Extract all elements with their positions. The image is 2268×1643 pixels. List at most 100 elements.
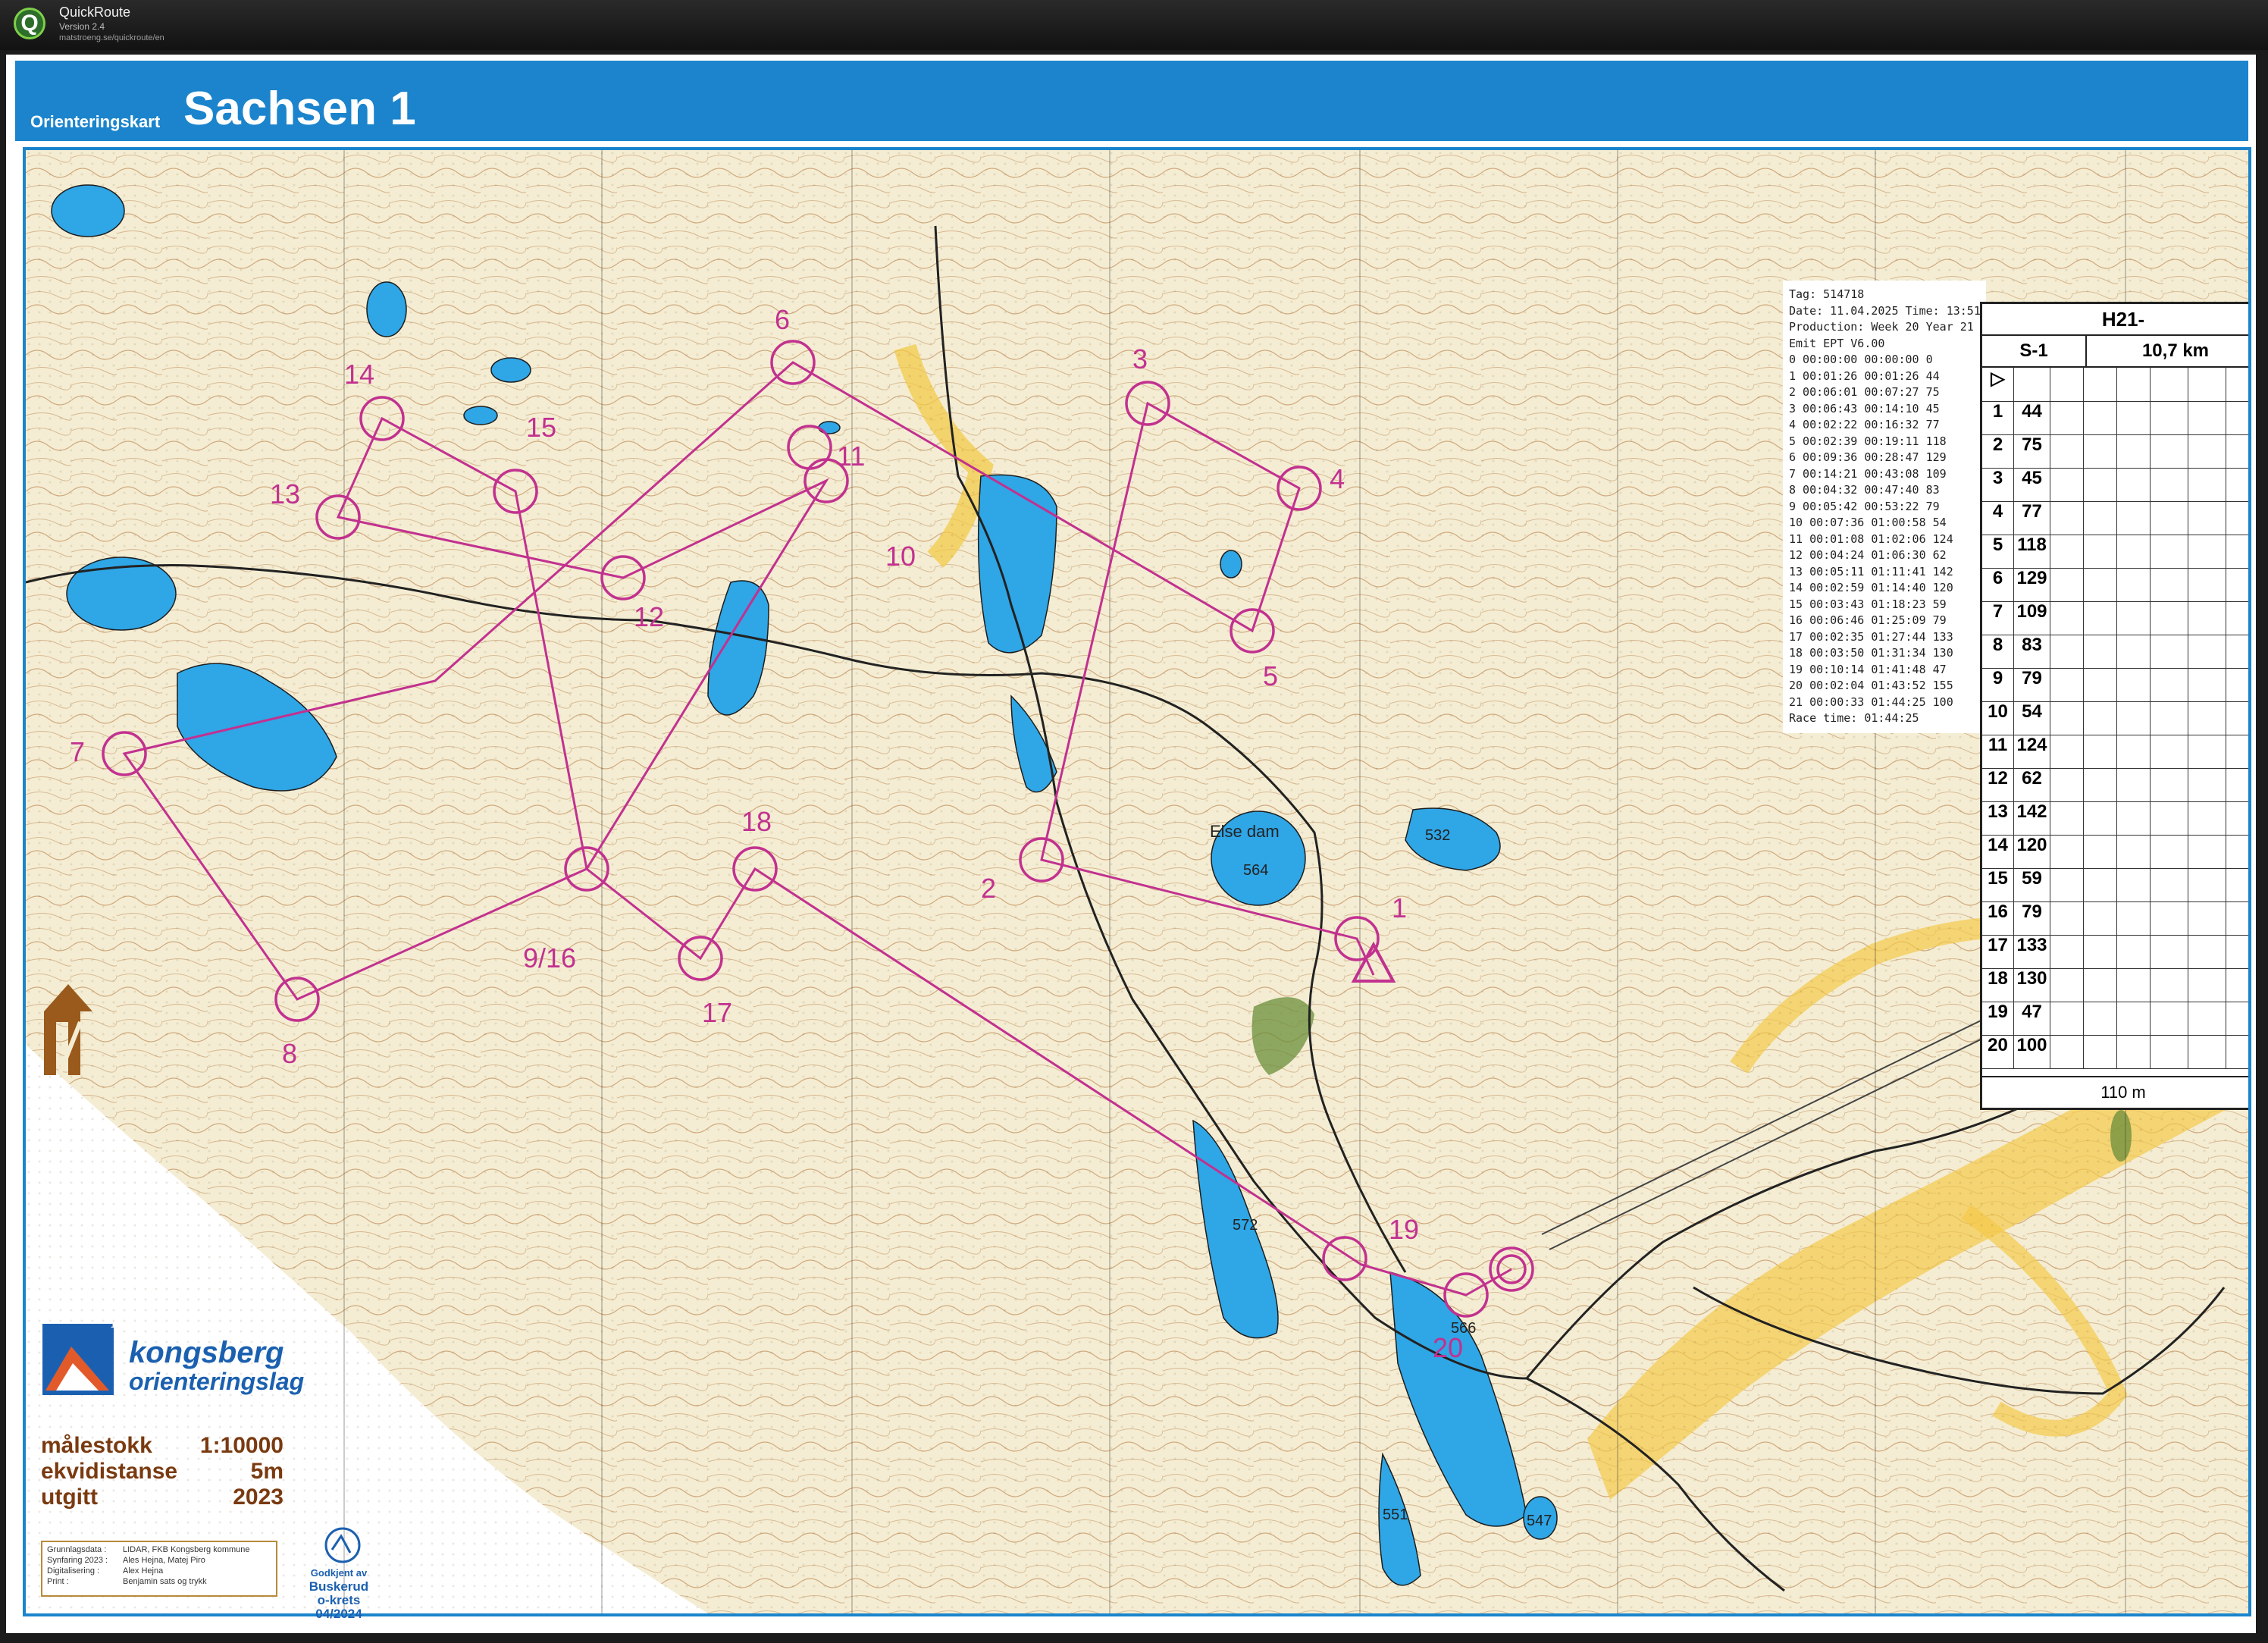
scale-row: målestokk 1:10000 [41,1433,284,1458]
control-number: 17 [1982,935,2014,968]
split-line: Tag: 514718 [1789,287,1865,301]
control-symbol-cell [2084,768,2117,801]
split-line: 17 00:02:35 01:27:44 133 [1789,629,1953,644]
control-label: 3 [1132,343,1148,375]
control-row: 11 124 [1982,735,2248,769]
control-row: 15 59 [1982,868,2248,902]
control-symbol-cell [2084,901,2117,935]
control-symbol-cell [2151,1002,2188,1035]
course-name: S-1 [1982,336,2087,368]
control-symbol-cell [2050,468,2084,501]
split-line: Race time: 01:44:25 [1789,711,1919,725]
map-subtitle: Orienteringskart [30,112,161,131]
control-row: 6 129 [1982,568,2248,602]
control-symbol-cell [2151,935,2188,968]
control-symbol-cell [2117,635,2151,668]
control-symbol-cell [2188,568,2226,601]
control-symbol-cell [2151,668,2188,701]
split-line: 20 00:02:04 01:43:52 155 [1789,679,1953,692]
control-number: 20 [1982,1035,2014,1068]
split-times-panel: Tag: 514718 Date: 11.04.2025 Time: 13:51 P… [1783,281,1986,733]
control-row: 19 47 [1982,1002,2248,1036]
control-symbol-cell [2084,434,2117,468]
control-symbol-cell [2151,535,2188,568]
split-line: 13 00:05:11 01:11:41 142 [1789,564,1953,578]
spot-height: 564 [1243,862,1268,879]
control-label: 11 [837,441,865,472]
split-line: 8 00:04:32 00:47:40 83 [1789,483,1940,497]
control-code: 47 [2014,1002,2050,1035]
split-line: Emit EPT V6.00 [1789,336,1885,350]
control-row: 2 75 [1982,434,2248,469]
spot-height: 532 [1425,827,1450,844]
control-code: 120 [2014,835,2050,868]
control-label: 12 [634,601,664,632]
control-description-sheet: H21- S-1 10,7 km ▷ 1 44 2 75 3 45 4 77 5 118 6 129 7… [1980,302,2248,1110]
control-symbol-cell [2188,801,2226,835]
control-number: 9 [1982,668,2014,701]
split-line: 1 00:01:26 00:01:26 44 [1789,368,1940,383]
control-symbol-cell [2050,801,2084,835]
control-number: 5 [1982,535,2014,568]
control-label: 20 [1433,1332,1463,1363]
approval-stamp: Godkjent av Buskerud o-krets 04/2024 [309,1567,369,1621]
club-name-line-2: orienteringslag [129,1368,305,1395]
course-length: 10,7 km [2087,336,2248,368]
control-row: 9 79 [1982,668,2248,702]
map-sheet[interactable]: Orienteringskart Sachsen 1 1 2 3 4 5 6 7… [6,55,2256,1633]
control-symbol-cell [2050,901,2084,935]
control-symbol-cell [2084,501,2117,535]
spot-height: 551 [1383,1507,1408,1523]
control-symbol-cell [2084,535,2117,568]
control-symbol-cell [2117,468,2151,501]
control-label: 6 [775,304,790,335]
control-code: 83 [2014,635,2050,668]
control-label: 14 [344,359,374,390]
control-symbol-cell [2188,501,2226,535]
control-symbol-cell [2151,801,2188,835]
control-symbol-cell [2084,868,2117,901]
control-symbol-cell [2084,401,2117,434]
split-line: Production: Week 20 Year 21 [1789,320,1974,334]
control-symbol-cell [2050,835,2084,868]
control-symbol-cell [2117,1035,2151,1068]
control-symbol-cell [2117,768,2151,801]
control-symbol-cell [2117,901,2151,935]
control-label: 7 [70,736,85,767]
spot-height: 547 [1527,1513,1552,1529]
control-symbol-cell [2117,868,2151,901]
start-row: ▷ [1982,368,2248,402]
control-label: 10 [885,541,916,572]
control-label: 17 [702,997,732,1028]
control-number: 16 [1982,901,2014,935]
control-symbol-cell [2117,601,2151,635]
control-symbol-cell [2151,601,2188,635]
control-symbol-cell [2151,501,2188,535]
control-symbol-cell [2084,701,2117,735]
spot-height: 566 [1451,1320,1476,1337]
control-number: 11 [1982,735,2014,768]
orienteering-map[interactable]: 1 2 3 4 5 6 7 8 9/16 10 11 12 13 14 15 1… [23,147,2251,1616]
control-symbol-cell [2151,701,2188,735]
control-label: 8 [282,1038,297,1069]
control-row: 20 100 [1982,1035,2248,1069]
control-symbol-cell [2117,735,2151,768]
control-code: 133 [2014,935,2050,968]
control-number: 3 [1982,468,2014,501]
split-line: 12 00:04:24 01:06:30 62 [1789,548,1947,562]
control-symbol-cell [2117,501,2151,535]
contour-interval-row: ekvidistanse 5m [41,1459,284,1484]
control-label: 2 [981,873,996,904]
control-symbol-cell [2188,1002,2226,1035]
control-symbol-cell [2151,434,2188,468]
control-code: 109 [2014,601,2050,635]
control-symbol-cell [2188,735,2226,768]
control-symbol-cell [2084,968,2117,1002]
control-symbol-cell [2188,768,2226,801]
control-symbol-cell [2050,1002,2084,1035]
control-code: 62 [2014,768,2050,801]
control-number: 8 [1982,635,2014,668]
control-symbol-cell [2050,635,2084,668]
course-class: H21- [1982,304,2248,336]
control-number: 13 [1982,801,2014,835]
